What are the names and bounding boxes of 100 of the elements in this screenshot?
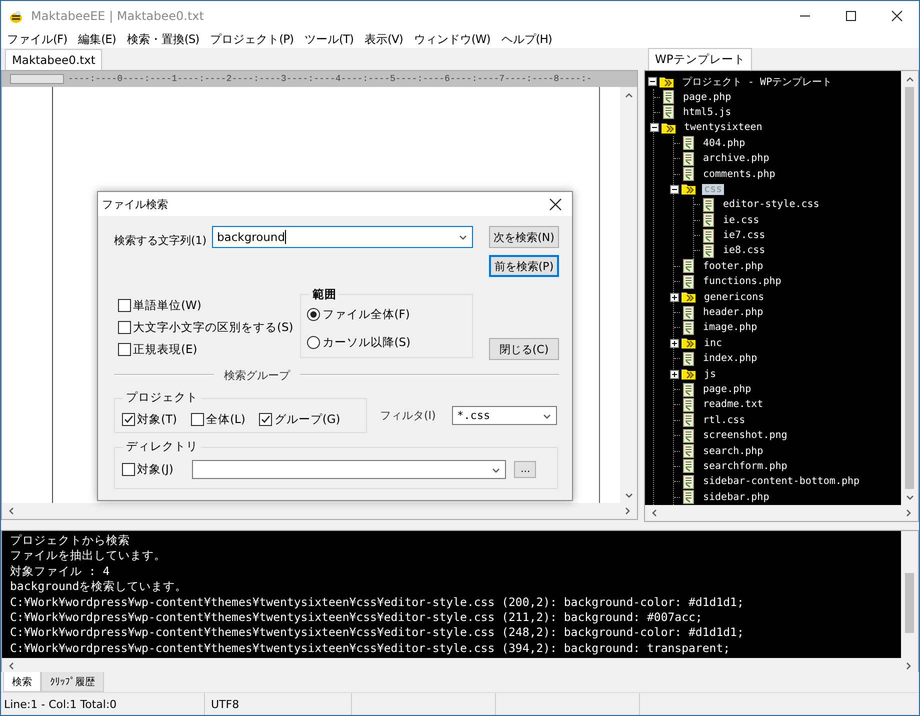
checkbox[interactable] (122, 413, 135, 426)
checkbox-label[interactable]: 単語単位(W) (133, 298, 202, 313)
tree-item[interactable]: screenshot.png (701, 430, 790, 442)
close-icon[interactable] (549, 198, 562, 210)
tree-item[interactable]: functions.php (701, 276, 784, 288)
tree-item[interactable]: page.php (681, 92, 734, 103)
checkbox-label[interactable]: 対象(T) (137, 412, 177, 427)
folder-icon (681, 367, 696, 382)
output-line: C:¥Work¥wordpress¥wp-content¥themes¥twentysixteen¥css¥editor-style.css (211,2): background: #007acc; (10, 610, 704, 626)
tree-item[interactable]: sidebar-content-bottom.php (701, 476, 862, 488)
button[interactable]: 前を検索(P) (489, 255, 559, 277)
button[interactable]: 次を検索(N) (489, 226, 559, 248)
checkbox[interactable] (118, 321, 131, 334)
tree-item[interactable]: sidebar.php (701, 492, 772, 503)
dialog-title: ファイル検索 (102, 196, 168, 212)
tree-item[interactable]: 404.php (701, 138, 748, 149)
tree-item[interactable]: index.php (701, 353, 760, 364)
horizontal-scrollbar[interactable] (2, 503, 637, 519)
ruler: ----:----0----:----1----:----2----:----3----:----4----:----5----:----6----:----7----:----8----:- (68, 72, 593, 86)
tree-item[interactable]: readme.txt (701, 399, 766, 410)
button[interactable]: 閉じる(C) (489, 338, 559, 360)
file-icon (662, 90, 675, 104)
window-title: MaktabeeEE | Maktabee0.txt (31, 8, 205, 22)
directory-dropdown[interactable] (192, 460, 506, 479)
collapse-icon[interactable] (648, 77, 657, 86)
file-icon (682, 444, 695, 458)
checkbox-label[interactable]: 大文字小文字の区別をする(S) (133, 320, 294, 335)
filter-dropdown[interactable]: *.css (452, 406, 557, 425)
expand-icon[interactable] (670, 338, 679, 348)
tab[interactable]: ｸﾘｯﾌﾟ履歴 (41, 672, 104, 692)
menu-item[interactable]: プロジェクト(P) (210, 32, 294, 46)
output-line: C:¥Work¥wordpress¥wp-content¥themes¥twentysixteen¥css¥editor-style.css (200,2): background-color: #d1d1d1; (10, 594, 745, 610)
menu-item[interactable]: ファイル(F) (7, 32, 68, 46)
group-title: プロジェクト (123, 390, 201, 405)
ruler-corner (10, 74, 64, 84)
collapse-icon[interactable] (650, 123, 659, 132)
radio-button[interactable] (307, 308, 320, 321)
tree-item[interactable]: editor-style.css (721, 199, 822, 210)
tree-item[interactable]: searchform.php (701, 460, 790, 472)
file-icon (702, 244, 715, 258)
checkbox[interactable] (118, 299, 131, 312)
tree-item[interactable]: js (702, 368, 718, 380)
checkbox[interactable] (191, 413, 204, 426)
menu-item[interactable]: 表示(V) (364, 32, 403, 46)
expand-icon[interactable] (670, 292, 679, 302)
checkbox[interactable] (118, 343, 131, 356)
tree-item[interactable]: プロジェクト - WPテンプレート (680, 74, 834, 89)
vertical-scrollbar[interactable] (620, 87, 637, 503)
tree-item[interactable]: footer.php (701, 260, 766, 272)
checkbox-label[interactable]: グループ(G) (274, 412, 340, 427)
tree-item[interactable]: ie7.css (721, 230, 768, 242)
menu-item[interactable]: ツール(T) (304, 32, 354, 46)
tree-item[interactable]: ie.css (721, 214, 762, 226)
folder-icon (681, 290, 696, 304)
menu-item[interactable]: 検索・置換(S) (126, 32, 200, 46)
search-field[interactable]: background (212, 226, 473, 248)
vertical-scrollbar[interactable] (901, 531, 918, 658)
file-icon (682, 167, 695, 182)
scroll-thumb[interactable] (905, 87, 914, 489)
file-icon (702, 198, 715, 212)
tree-item[interactable]: html5.js (681, 106, 734, 118)
collapse-icon[interactable] (670, 184, 679, 194)
tab[interactable]: Maktabee0.txt (5, 49, 102, 70)
radio-label[interactable]: カーソル以降(S) (322, 335, 411, 350)
horizontal-scrollbar[interactable] (645, 504, 918, 521)
tree-item[interactable]: search.php (701, 446, 766, 457)
button[interactable]: ... (514, 461, 536, 478)
close-icon[interactable] (889, 8, 905, 24)
status-text: Line:1 - Col:1 Total:0 (1, 693, 205, 715)
tree-item[interactable]: comments.php (701, 168, 778, 180)
tree-item[interactable]: page.php (701, 384, 754, 395)
checkbox[interactable] (122, 463, 135, 476)
tree-item[interactable]: twentysixteen (682, 122, 764, 134)
tab[interactable]: WPテンプレート (648, 48, 752, 70)
checkbox-label[interactable]: 対象(J) (137, 462, 174, 477)
file-icon (682, 490, 695, 504)
radio-button[interactable] (307, 336, 320, 349)
radio-label[interactable]: ファイル全体(F) (322, 307, 410, 322)
checkbox-label[interactable]: 全体(L) (206, 412, 246, 427)
tree-item[interactable]: rtl.css (701, 414, 748, 426)
checkbox[interactable] (259, 413, 272, 426)
tree-item[interactable]: header.php (701, 307, 766, 318)
menu-item[interactable]: ウィンドウ(W) (414, 32, 490, 46)
vertical-scrollbar[interactable] (901, 71, 918, 505)
tree-item[interactable]: genericons (702, 292, 766, 303)
menu-item[interactable]: 編集(E) (78, 32, 116, 46)
tree-item[interactable]: inc (702, 338, 724, 349)
file-icon (682, 306, 695, 320)
tab[interactable]: 検索 (3, 672, 41, 692)
output-line: C:¥Work¥wordpress¥wp-content¥themes¥twentysixteen¥css¥editor-style.css (394,2): background: transparent; (10, 640, 732, 656)
tree-item[interactable]: ie8.css (721, 245, 768, 256)
expand-icon[interactable] (670, 370, 679, 379)
tree-item[interactable]: archive.php (701, 153, 772, 164)
folder-icon (659, 74, 674, 89)
file-icon (702, 213, 715, 228)
output-line: C:¥Work¥wordpress¥wp-content¥themes¥twentysixteen¥css¥editor-style.css (248,2): background-color: #d1d1d1; (10, 625, 745, 641)
checkbox-label[interactable]: 正規表現(E) (133, 342, 198, 357)
scroll-thumb[interactable] (905, 572, 914, 633)
menu-item[interactable]: ヘルプ(H) (501, 32, 552, 46)
tree-item[interactable]: image.php (701, 322, 760, 334)
